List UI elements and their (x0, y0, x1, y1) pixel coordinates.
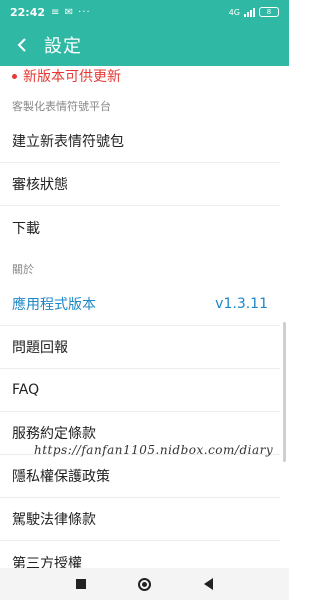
battery-icon: 8 (259, 7, 279, 17)
section-header-about: 關於 (12, 263, 34, 276)
menu-item-faq[interactable]: FAQ (0, 369, 280, 412)
recents-icon[interactable] (76, 579, 87, 589)
section-header-emoji-platform: 客製化表情符號平台 (12, 100, 111, 113)
status-time: 22:42 (10, 5, 46, 19)
menu-item-label: FAQ (12, 382, 40, 398)
home-icon[interactable] (138, 577, 152, 591)
chevron-left-icon (17, 38, 26, 52)
notification-icons: ≡ ✉ ··· (51, 6, 91, 18)
menu-item-label: 隱私權保護政策 (12, 469, 110, 485)
update-notice[interactable]: 新版本可供更新 (0, 66, 289, 86)
menu-item-label: 建立新表情符號包 (12, 134, 124, 150)
status-bar: 22:42 ≡ ✉ ··· 4G 8 (0, 0, 289, 24)
back-triangle-icon[interactable] (203, 578, 213, 590)
menu-item-label: 駕駛法律條款 (12, 512, 96, 528)
menu-item-label: 應用程式版本 (12, 297, 96, 313)
page-title: 設定 (44, 36, 82, 57)
menu-item-driving-terms[interactable]: 駕駛法律條款 (0, 498, 280, 541)
menu-item-third-party[interactable]: 第三方授權 (0, 541, 280, 569)
menu-item-download[interactable]: 下載 (0, 206, 280, 249)
alert-dot-icon (12, 73, 17, 79)
settings-list: 新版本可供更新 客製化表情符號平台 建立新表情符號包 審核狀態 下載 關於 應用… (0, 66, 289, 568)
menu-item-review-status[interactable]: 審核狀態 (0, 163, 280, 206)
system-nav-bar (0, 568, 289, 600)
network-type: 4G (228, 7, 240, 17)
signal-icon (244, 7, 255, 17)
menu-item-bug-report[interactable]: 問題回報 (0, 326, 280, 369)
menu-item-app-version[interactable]: 應用程式版本 v1.3.11 (0, 283, 280, 326)
menu-item-label: 下載 (12, 220, 40, 237)
menu-item-label: 問題回報 (12, 340, 68, 356)
back-button[interactable] (0, 24, 44, 66)
app-bar: 設定 (0, 24, 289, 66)
update-notice-label: 新版本可供更新 (23, 69, 121, 85)
menu-item-label: 第三方授權 (12, 555, 82, 569)
menu-item-privacy[interactable]: 隱私權保護政策 (0, 455, 280, 498)
version-value: v1.3.11 (215, 296, 268, 312)
watermark: https://fanfan1105.nidbox.com/diary (34, 443, 274, 457)
menu-item-label: 審核狀態 (12, 177, 68, 193)
scrollbar[interactable] (283, 322, 286, 462)
menu-item-create-pack[interactable]: 建立新表情符號包 (0, 120, 280, 163)
menu-item-label: 服務約定條款 (12, 426, 96, 442)
